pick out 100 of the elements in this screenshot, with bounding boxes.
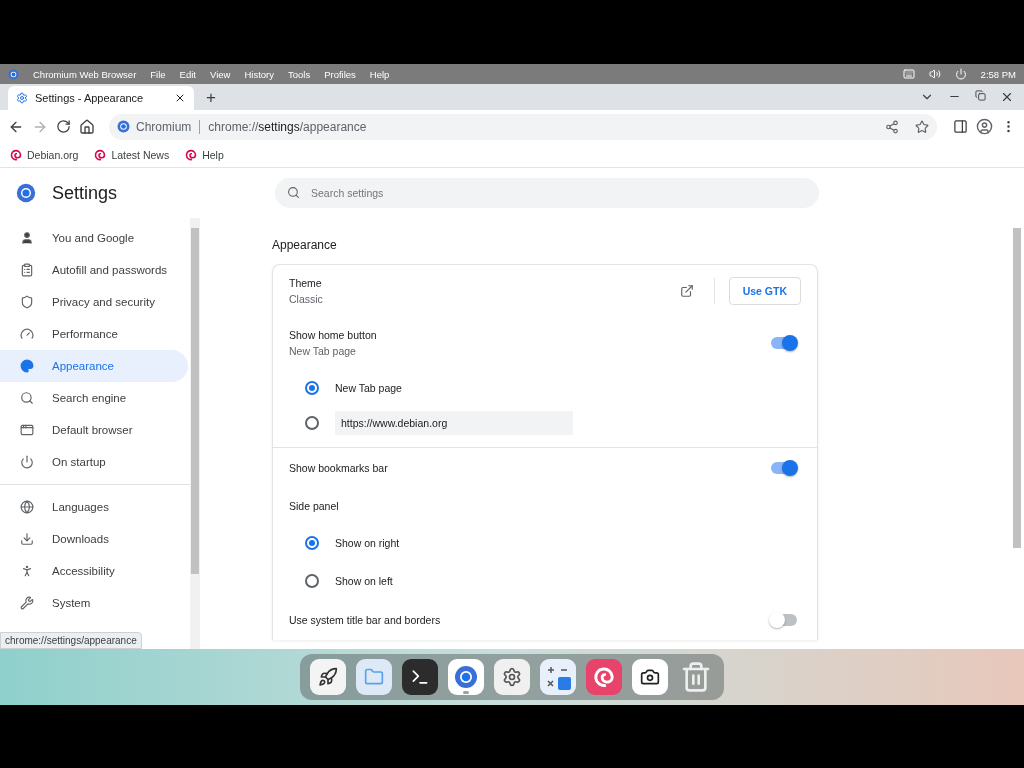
gear-icon [502, 667, 522, 687]
camera-icon [640, 667, 660, 687]
search-icon [20, 391, 34, 405]
dock-item[interactable] [402, 659, 438, 695]
radio-button[interactable] [305, 536, 319, 550]
gear-icon [16, 92, 28, 104]
reload-icon[interactable] [56, 119, 71, 134]
share-icon[interactable] [885, 119, 899, 134]
setting-label: Side panel [289, 500, 339, 512]
menu-item[interactable]: History [244, 68, 274, 80]
bookmark-link[interactable]: Latest News [94, 149, 170, 161]
sidebar-item[interactable]: Autofill and passwords [0, 254, 188, 286]
scrollbar[interactable] [190, 218, 200, 649]
toggle-switch[interactable] [771, 462, 797, 474]
search-icon [287, 186, 300, 199]
swirl-icon [94, 149, 107, 161]
setting-label: Theme [289, 277, 323, 289]
sidebar-item[interactable]: Appearance [0, 350, 188, 382]
calculator-icon [545, 664, 571, 690]
sidebar-item[interactable]: Performance [0, 318, 188, 350]
site-label: Chromium [136, 119, 192, 134]
sidebar-item[interactable]: Default browser [0, 414, 188, 446]
folder-icon [364, 667, 384, 687]
clipboard-icon [20, 263, 34, 277]
menu-item[interactable]: Edit [179, 68, 196, 80]
sidebar-item[interactable]: On startup [0, 446, 188, 478]
browser-logo-icon [8, 68, 19, 80]
radio-button[interactable] [305, 381, 319, 395]
browser-logo-icon [454, 665, 478, 689]
sidebar-item[interactable]: Search engine [0, 382, 188, 414]
radio-button[interactable] [305, 574, 319, 588]
radio-label: New Tab page [335, 382, 402, 394]
dock-item[interactable] [310, 659, 346, 695]
menu-item[interactable]: View [210, 68, 231, 80]
dock-item[interactable] [632, 659, 668, 695]
sidebar-item[interactable]: Languages [0, 491, 188, 523]
sidebar-item[interactable]: Privacy and security [0, 286, 188, 318]
app-name: Chromium Web Browser [33, 68, 137, 80]
bookmark-link[interactable]: Debian.org [10, 149, 79, 161]
accessibility-icon [20, 564, 34, 578]
swirl-icon [185, 149, 198, 161]
radio-button[interactable] [305, 416, 319, 430]
setting-label: Show home button [289, 329, 378, 341]
restore-icon[interactable] [975, 90, 986, 101]
trash-icon [680, 661, 712, 693]
setting-label: Use system title bar and borders [289, 614, 442, 626]
browser-logo-icon [117, 120, 130, 133]
gauge-icon [20, 327, 34, 341]
search-field[interactable]: Search settings [275, 178, 819, 208]
rocket-icon [318, 667, 338, 687]
dock-item[interactable] [494, 659, 530, 695]
clock: 2:58 PM [980, 68, 1016, 80]
globe-icon [20, 500, 34, 514]
address-bar[interactable]: Chromium chrome://settings/appearance [109, 113, 937, 140]
person-icon [20, 231, 34, 245]
menu-item[interactable]: File [150, 68, 166, 80]
menu-item[interactable]: Profiles [324, 68, 356, 80]
section-title: Appearance [272, 238, 338, 252]
close-icon[interactable] [174, 92, 186, 104]
running-indicator [463, 691, 469, 694]
sidebar-item[interactable]: Downloads [0, 523, 188, 555]
star-icon[interactable] [915, 119, 929, 134]
sidebar-item[interactable]: Accessibility [0, 555, 188, 587]
browser-logo-icon [16, 183, 36, 203]
menu-item[interactable]: Tools [287, 68, 311, 80]
page-title: Settings [52, 182, 118, 204]
use-gtk-button[interactable]: Use GTK [728, 277, 801, 305]
power-icon [20, 455, 34, 469]
url-text: chrome://settings/appearance [208, 119, 367, 134]
bookmark-link[interactable]: Help [185, 149, 224, 161]
toggle-switch[interactable] [771, 337, 797, 349]
status-bubble: chrome://settings/appearance [0, 632, 142, 649]
window-icon [20, 423, 34, 437]
setting-value: New Tab page [289, 345, 357, 357]
setting-label: Show bookmarks bar [289, 462, 389, 474]
keyboard-icon[interactable] [902, 68, 915, 80]
palette-icon [20, 359, 34, 373]
toggle-switch[interactable] [771, 614, 797, 626]
menu-item[interactable]: Help [369, 68, 390, 80]
setting-value: Classic [289, 293, 324, 305]
side-panel-icon[interactable] [953, 119, 968, 134]
swirl-icon [593, 666, 615, 688]
wrench-icon [20, 596, 34, 610]
volume-icon[interactable] [928, 68, 941, 80]
sidebar-item[interactable]: System [0, 587, 188, 619]
radio-label: Show on right [335, 537, 400, 549]
new-tab-button[interactable]: + [202, 88, 220, 108]
radio-label: Show on left [335, 575, 393, 587]
power-icon[interactable] [954, 68, 967, 80]
download-icon [20, 532, 34, 546]
external-link-icon[interactable] [679, 284, 694, 298]
browser-tab[interactable]: Settings - Appearance [8, 86, 194, 110]
sidebar-item[interactable]: You and Google [0, 222, 188, 254]
profile-icon[interactable] [976, 118, 993, 135]
home-icon[interactable] [79, 118, 95, 135]
swirl-icon [10, 149, 22, 161]
shield-icon [20, 295, 34, 309]
url-input-field[interactable]: https://www.debian.org [335, 411, 573, 435]
terminal-icon [410, 667, 430, 687]
close-icon[interactable] [1000, 90, 1014, 104]
